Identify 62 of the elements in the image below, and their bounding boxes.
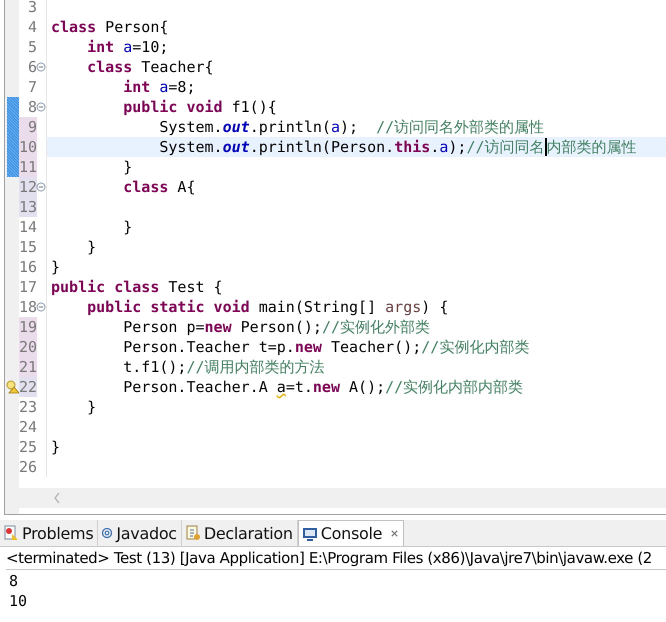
console-icon [302,526,318,542]
code-line: } [86,237,96,257]
line-number: 11 [19,157,37,177]
line-number: 16 [19,257,37,277]
code-line: } [86,397,96,417]
code-line: int a=10; [86,37,168,57]
collapse-icon[interactable] [36,182,46,192]
console-output: 8 [9,571,18,591]
code-line: } [51,437,60,457]
view-tab[interactable]: Problems [0,520,98,546]
line-number: 18 [19,297,37,317]
collapse-icon[interactable] [36,62,46,72]
code-line: } [51,257,60,277]
line-number: 7 [26,77,37,97]
line-number: 17 [19,277,37,297]
line-number: 9 [19,117,37,137]
line-number: 4 [26,17,37,37]
console-output: 10 [9,591,28,611]
line-number: 26 [19,457,37,477]
line-number: 13 [19,197,37,217]
line-number: 3 [26,0,37,17]
code-line: System.out.println(a); //访问同名外部类的属性 [158,117,544,137]
code-line: Person p=new Person();//实例化外部类 [122,317,430,337]
line-number: 24 [19,417,37,437]
view-tab[interactable]: Console [298,520,404,546]
line-number: 14 [19,217,37,237]
line-number: 5 [26,37,37,57]
close-icon[interactable] [390,529,400,538]
console-header: <terminated> Test (13) [Java Application] E:\Program Files (x86)\Java\jre7\bin\javaw.exe (2 [6,547,666,570]
code-line: } [122,217,132,237]
view-tab[interactable]: Javadoc [98,520,182,546]
code-line: Person.Teacher.A a=t.new A();//实例化内部内部类 [122,377,524,397]
line-number: 19 [19,317,37,337]
code-line: public class Test { [51,277,223,297]
collapse-icon[interactable] [36,302,46,312]
line-number: 10 [19,137,37,157]
code-line: Person.Teacher t=p.new Teacher();//实例化内部类 [122,337,530,357]
collapse-icon[interactable] [36,102,46,112]
line-number: 12 [19,177,37,197]
warning-bulb-icon[interactable] [6,380,20,394]
line-number: 8 [26,97,37,117]
code-line: t.f1();//调用内部类的方法 [122,357,325,377]
code-line: System.out.println(Person.this.a);//访问同名 内部类的属性 [158,137,636,157]
line-number: 22 [19,377,37,397]
at-sign-icon [101,527,114,539]
problems-icon [3,525,19,541]
line-number: 23 [19,397,37,417]
line-number: 20 [19,337,37,357]
code-line: public static void main(String[] args) { [86,297,448,317]
line-number: 15 [19,237,37,257]
code-line: class Teacher{ [86,57,214,77]
view-tab[interactable]: Declaration [182,520,298,546]
line-number: 25 [19,437,37,457]
code-line: public void f1(){ [122,97,277,117]
line-number: 6 [26,57,37,77]
code-line: } [122,157,132,177]
declaration-icon [184,525,201,541]
code-editor[interactable] [4,0,666,515]
code-line: class Person{ [51,17,168,37]
code-line: int a=8; [122,77,196,97]
code-line: class A{ [122,177,196,197]
line-number: 21 [19,357,37,377]
